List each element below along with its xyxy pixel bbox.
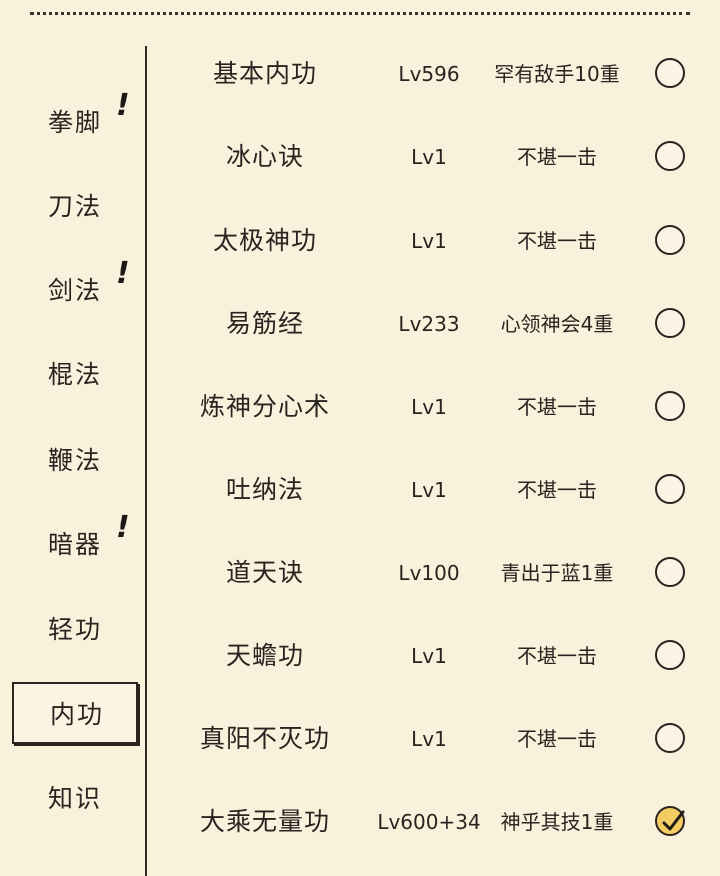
skill-name: 太极神功 xyxy=(212,226,317,255)
select-radio[interactable] xyxy=(655,723,685,753)
skill-name: 冰心诀 xyxy=(225,142,304,171)
skill-level: Lv233 xyxy=(398,312,460,336)
sidebar-item-internal[interactable]: 内功 xyxy=(12,682,138,744)
skill-level: Lv1 xyxy=(411,229,447,253)
select-radio[interactable] xyxy=(655,557,685,587)
sidebar-item-lightness[interactable]: 轻功 xyxy=(12,597,138,659)
skill-level: Lv600+34 xyxy=(377,810,481,834)
skill-level: Lv1 xyxy=(411,644,447,668)
skill-name: 炼神分心术 xyxy=(199,392,330,421)
sidebar-item-label: 轻功 xyxy=(48,615,103,644)
skill-level: Lv1 xyxy=(411,727,447,751)
skill-name: 易筋经 xyxy=(225,309,304,338)
sidebar-item-hidden-weapon[interactable]: 暗器 ! xyxy=(12,510,138,574)
skill-name: 大乘无量功 xyxy=(199,807,330,836)
select-radio[interactable] xyxy=(655,474,685,504)
select-radio[interactable] xyxy=(655,225,685,255)
sidebar-item-sword[interactable]: 剑法 ! xyxy=(12,256,138,320)
list-item[interactable]: 真阳不灭功 Lv1 不堪一击 xyxy=(147,709,720,769)
skill-level: Lv1 xyxy=(411,395,447,419)
select-radio-checked[interactable] xyxy=(655,806,685,836)
skill-name: 基本内功 xyxy=(212,59,317,88)
checkmark-icon xyxy=(662,810,685,831)
list-item[interactable]: 太极神功 Lv1 不堪一击 xyxy=(147,211,720,271)
select-radio[interactable] xyxy=(655,58,685,88)
sidebar-item-label: 鞭法 xyxy=(48,446,103,475)
sidebar-item-label: 内功 xyxy=(50,700,105,729)
select-radio[interactable] xyxy=(655,640,685,670)
select-radio[interactable] xyxy=(655,141,685,171)
list-item[interactable]: 炼神分心术 Lv1 不堪一击 xyxy=(147,377,720,437)
sidebar-item-blade[interactable]: 刀法 xyxy=(12,174,138,236)
skill-level: Lv1 xyxy=(411,478,447,502)
select-radio[interactable] xyxy=(655,391,685,421)
list-item[interactable]: 基本内功 Lv596 罕有敌手10重 xyxy=(147,44,720,104)
skill-rank: 不堪一击 xyxy=(517,478,597,502)
sidebar-item-knowledge[interactable]: 知识 xyxy=(12,766,138,828)
alert-icon: ! xyxy=(116,88,130,123)
list-item[interactable]: 天蟾功 Lv1 不堪一击 xyxy=(147,626,720,686)
sidebar-item-label: 剑法 xyxy=(48,276,103,305)
skill-name: 吐纳法 xyxy=(225,475,304,504)
sidebar-item-label: 暗器 xyxy=(48,530,103,559)
list-item[interactable]: 易筋经 Lv233 心领神会4重 xyxy=(147,294,720,354)
skill-name: 天蟾功 xyxy=(225,641,304,670)
sidebar-item-label: 棍法 xyxy=(48,360,103,389)
sidebar-item-fist[interactable]: 拳脚 ! xyxy=(12,88,138,152)
skill-rank: 不堪一击 xyxy=(517,145,597,169)
skill-level: Lv100 xyxy=(398,561,460,585)
skill-level: Lv596 xyxy=(398,62,460,86)
skill-rank: 不堪一击 xyxy=(517,229,597,253)
skill-rank: 不堪一击 xyxy=(517,395,597,419)
skill-rank: 神乎其技1重 xyxy=(500,810,614,834)
skill-rank: 青出于蓝1重 xyxy=(500,561,614,585)
skill-rank: 不堪一击 xyxy=(517,727,597,751)
select-radio[interactable] xyxy=(655,308,685,338)
skill-rank: 罕有敌手10重 xyxy=(494,62,620,86)
sidebar-item-whip[interactable]: 鞭法 xyxy=(12,428,138,490)
category-sidebar: 拳脚 ! 刀法 剑法 ! 棍法 鞭法 暗器 ! 轻功 内功 知识 xyxy=(0,0,145,871)
skill-name: 道天诀 xyxy=(225,558,304,587)
list-item[interactable]: 道天诀 Lv100 青出于蓝1重 xyxy=(147,543,720,603)
skill-level: Lv1 xyxy=(411,145,447,169)
sidebar-item-label: 拳脚 xyxy=(48,108,103,137)
alert-icon: ! xyxy=(116,510,130,545)
list-item[interactable]: 冰心诀 Lv1 不堪一击 xyxy=(147,127,720,187)
list-item[interactable]: 大乘无量功 Lv600+34 神乎其技1重 xyxy=(147,792,720,852)
sidebar-item-staff[interactable]: 棍法 xyxy=(12,342,138,404)
sidebar-item-label: 刀法 xyxy=(48,192,103,221)
list-item[interactable]: 吐纳法 Lv1 不堪一击 xyxy=(147,460,720,520)
alert-icon: ! xyxy=(116,256,130,291)
sidebar-item-label: 知识 xyxy=(48,784,103,813)
skill-name: 真阳不灭功 xyxy=(199,724,330,753)
skill-rank: 不堪一击 xyxy=(517,644,597,668)
skill-rank: 心领神会4重 xyxy=(500,312,614,336)
